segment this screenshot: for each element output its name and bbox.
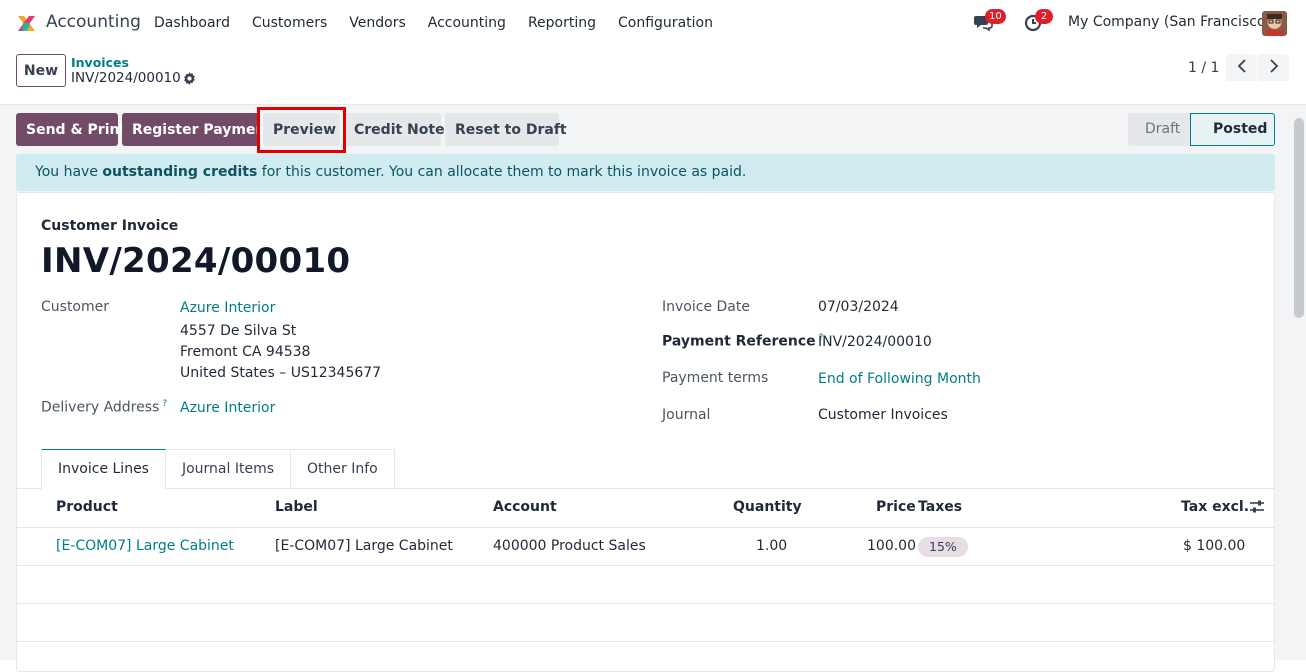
row-quantity[interactable]: 1.00 [756, 538, 787, 554]
user-avatar[interactable] [1262, 11, 1287, 36]
payment-terms-field[interactable]: End of Following Month [818, 371, 981, 387]
row-product[interactable]: [E-COM07] Large Cabinet [56, 538, 234, 554]
credit-note-button[interactable]: Credit Note [344, 113, 445, 146]
alert-outstanding-credits-link[interactable]: outstanding credits [102, 164, 257, 180]
breadcrumb-invoices[interactable]: Invoices [71, 55, 129, 70]
gear-icon[interactable] [183, 72, 196, 85]
delivery-help-icon[interactable]: ? [162, 399, 167, 409]
customer-address-line2: Fremont CA 94538 [180, 344, 311, 360]
pager-previous-button[interactable] [1226, 54, 1257, 81]
customer-address-line3: United States – US12345677 [180, 365, 382, 381]
row-tax-excl: $ 100.00 [1183, 538, 1246, 554]
reset-to-draft-button[interactable]: Reset to Draft [445, 113, 567, 146]
journal-field[interactable]: Customer Invoices [818, 407, 948, 423]
payment-terms-label: Payment terms [662, 370, 769, 386]
invoice-sheet: Customer Invoice INV/2024/00010 Customer… [16, 192, 1275, 672]
column-tax-excl[interactable]: Tax excl. [1181, 499, 1249, 515]
menu-customers[interactable]: Customers [241, 15, 338, 31]
delivery-address-field[interactable]: Azure Interior [180, 400, 275, 416]
menu-accounting[interactable]: Accounting [417, 15, 517, 31]
tabs-divider [17, 488, 1274, 489]
tab-other-info[interactable]: Other Info [290, 449, 395, 489]
accounting-app-icon[interactable] [16, 13, 37, 34]
activities-button[interactable]: 2 [1024, 9, 1053, 34]
column-quantity[interactable]: Quantity [733, 499, 802, 515]
scrollbar-thumb[interactable] [1294, 118, 1304, 318]
notebook-tabs: Invoice Lines Journal Items Other Info [41, 449, 395, 490]
avatar-icon [1262, 11, 1287, 36]
new-button[interactable]: New [16, 54, 66, 87]
pager-next-button[interactable] [1258, 54, 1289, 81]
menu-vendors[interactable]: Vendors [338, 15, 416, 31]
breadcrumb-current: INV/2024/00010 [71, 70, 181, 86]
send-print-button[interactable]: Send & Print [16, 113, 126, 146]
customer-address-line1: 4557 De Silva St [180, 323, 297, 339]
journal-label: Journal [662, 407, 711, 423]
outstanding-credits-alert: You have outstanding credits for this cu… [16, 154, 1275, 191]
invoice-date-label: Invoice Date [662, 299, 750, 315]
menu-configuration[interactable]: Configuration [607, 15, 724, 31]
column-taxes[interactable]: Taxes [918, 499, 962, 515]
payment-reference-label-text: Payment Reference [662, 333, 816, 350]
column-product[interactable]: Product [56, 499, 118, 515]
menu-reporting[interactable]: Reporting [517, 15, 607, 31]
chevron-left-icon [1237, 59, 1246, 73]
tab-invoice-lines[interactable]: Invoice Lines [41, 449, 166, 490]
row-divider [17, 603, 1274, 604]
top-navbar: Accounting Dashboard Customers Vendors A… [0, 0, 1306, 46]
status-posted[interactable]: Posted [1190, 113, 1275, 146]
register-payment-button[interactable]: Register Payment [122, 113, 272, 146]
tab-journal-items[interactable]: Journal Items [164, 449, 292, 489]
alert-prefix: You have [35, 164, 103, 180]
invoice-type-label: Customer Invoice [41, 218, 179, 234]
preview-button[interactable]: Preview [263, 113, 340, 146]
row-label[interactable]: [E-COM07] Large Cabinet [275, 538, 453, 554]
invoice-number-title: INV/2024/00010 [41, 241, 351, 281]
delivery-address-label: Delivery Address? [41, 399, 167, 416]
row-divider [17, 565, 1274, 566]
delivery-address-label-text: Delivery Address [41, 399, 160, 416]
row-account[interactable]: 400000 Product Sales [493, 538, 646, 554]
chevron-right-icon [1269, 59, 1278, 73]
customer-field[interactable]: Azure Interior [180, 300, 275, 316]
customer-label: Customer [41, 299, 110, 315]
app-name[interactable]: Accounting [46, 12, 141, 32]
column-price[interactable]: Price [876, 499, 916, 515]
alert-suffix: for this customer. You can allocate them… [257, 164, 747, 180]
menu-dashboard[interactable]: Dashboard [143, 15, 241, 31]
main-menu: Dashboard Customers Vendors Accounting R… [143, 0, 724, 46]
column-settings-icon[interactable] [1249, 499, 1265, 515]
activities-badge: 2 [1035, 9, 1053, 24]
status-bar: Draft Posted [1128, 113, 1275, 146]
row-tax-badge[interactable]: 15% [918, 537, 968, 557]
row-price[interactable]: 100.00 [867, 538, 916, 554]
row-divider [17, 641, 1274, 642]
payment-reference-field[interactable]: INV/2024/00010 [818, 334, 932, 350]
column-label[interactable]: Label [275, 499, 318, 515]
company-switcher[interactable]: My Company (San Francisco) [1068, 14, 1271, 30]
invoice-date-field[interactable]: 07/03/2024 [818, 299, 899, 315]
messages-button[interactable]: 10 [973, 9, 1006, 34]
column-account[interactable]: Account [493, 499, 557, 515]
messages-badge: 10 [985, 9, 1006, 24]
payment-reference-label: Payment Reference? [662, 333, 823, 350]
table-header-divider [17, 527, 1274, 528]
pager-value[interactable]: 1 / 1 [1188, 60, 1219, 76]
